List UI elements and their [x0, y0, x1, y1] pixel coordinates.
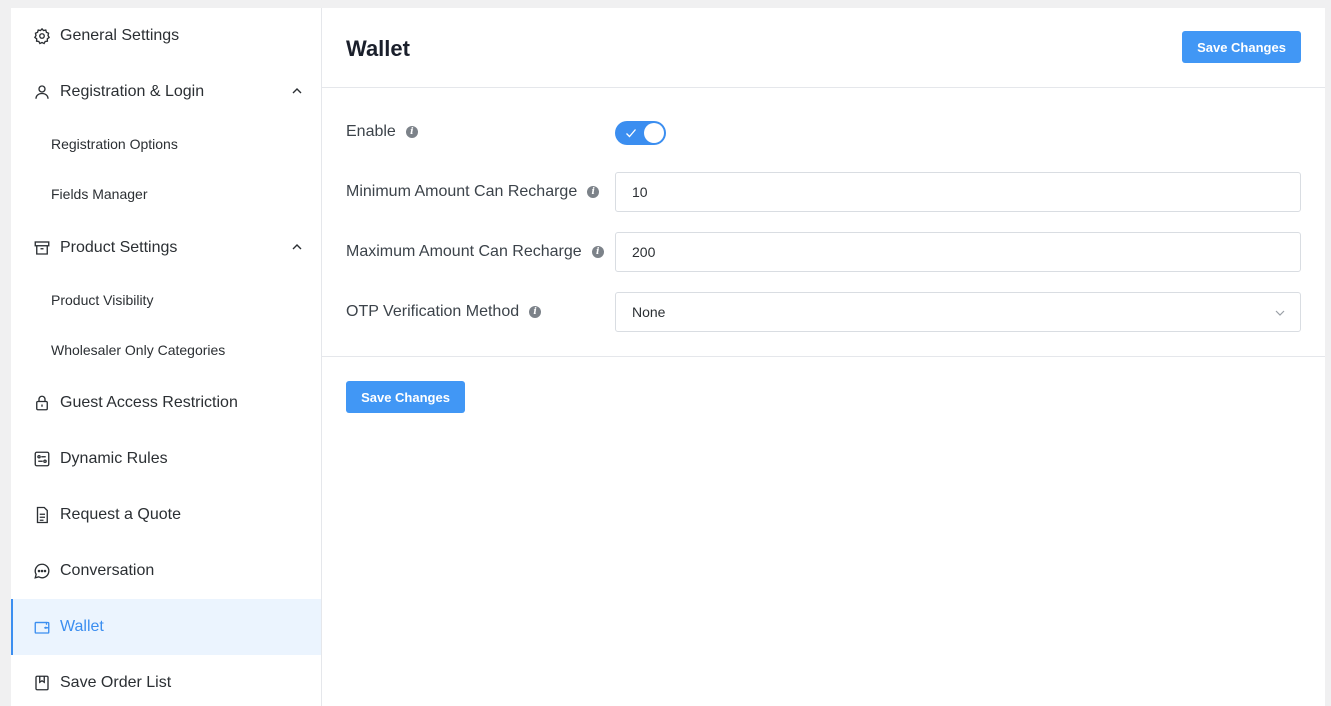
- min-amount-row: Minimum Amount Can Recharge i: [346, 172, 600, 212]
- rules-icon: [33, 450, 51, 468]
- sidebar-item-label: Registration Options: [51, 136, 178, 152]
- toggle-knob: [644, 123, 664, 143]
- sidebar-item-registration-options[interactable]: Registration Options: [11, 119, 321, 169]
- sidebar: General Settings Registration & Login Re…: [11, 8, 322, 706]
- sidebar-item-save-order-list[interactable]: Save Order List: [11, 655, 321, 706]
- check-icon: [626, 129, 636, 138]
- sidebar-item-label: General Settings: [60, 27, 180, 44]
- min-amount-value: 10: [632, 184, 648, 200]
- info-icon[interactable]: i: [587, 186, 600, 198]
- sidebar-item-product-settings[interactable]: Product Settings: [11, 220, 321, 276]
- max-amount-value: 200: [632, 244, 656, 260]
- sidebar-item-request-a-quote[interactable]: Request a Quote: [11, 487, 321, 543]
- sidebar-item-fields-manager[interactable]: Fields Manager: [11, 169, 321, 219]
- sidebar-item-label: Dynamic Rules: [60, 450, 168, 467]
- min-amount-label: Minimum Amount Can Recharge i: [346, 183, 600, 201]
- sidebar-item-wallet[interactable]: Wallet: [11, 599, 321, 655]
- main-panel: Wallet Save Changes Enable i Minimum Amo…: [322, 8, 1325, 706]
- sidebar-item-product-visibility[interactable]: Product Visibility: [11, 275, 321, 325]
- sidebar-item-label: Registration & Login: [60, 83, 205, 100]
- sidebar-item-label: Guest Access Restriction: [60, 394, 238, 411]
- sidebar-item-label: Fields Manager: [51, 186, 148, 202]
- otp-method-label-text: OTP Verification Method: [346, 303, 520, 320]
- bookmark-list-icon: [33, 674, 51, 692]
- enable-label: Enable i: [346, 123, 418, 141]
- document-icon: [33, 506, 51, 524]
- divider: [322, 356, 1325, 357]
- chevron-up-icon[interactable]: [291, 85, 303, 97]
- sidebar-item-general-settings[interactable]: General Settings: [11, 8, 321, 64]
- sidebar-item-dynamic-rules[interactable]: Dynamic Rules: [11, 431, 321, 487]
- archive-box-icon: [33, 239, 51, 257]
- enable-row: Enable i: [346, 112, 418, 152]
- min-amount-input[interactable]: 10: [615, 172, 1301, 212]
- sidebar-item-conversation[interactable]: Conversation: [11, 543, 321, 599]
- sidebar-item-label: Conversation: [60, 562, 155, 579]
- sidebar-item-registration-login[interactable]: Registration & Login: [11, 64, 321, 120]
- sidebar-item-label: Product Visibility: [51, 292, 154, 308]
- sidebar-item-wholesaler-only-categories[interactable]: Wholesaler Only Categories: [11, 325, 321, 375]
- sidebar-item-label: Wallet: [60, 618, 104, 635]
- user-icon: [33, 83, 51, 101]
- page-title: Wallet: [346, 36, 410, 61]
- info-icon[interactable]: i: [591, 246, 604, 258]
- min-amount-label-text: Minimum Amount Can Recharge: [346, 183, 578, 200]
- max-amount-label-text: Maximum Amount Can Recharge: [346, 243, 582, 260]
- info-icon[interactable]: i: [405, 126, 418, 138]
- app-window: General Settings Registration & Login Re…: [11, 8, 1325, 706]
- lock-icon: [33, 394, 51, 412]
- info-icon[interactable]: i: [529, 306, 542, 318]
- sidebar-item-guest-access-restriction[interactable]: Guest Access Restriction: [11, 375, 321, 431]
- wallet-icon: [33, 618, 51, 636]
- otp-method-row: OTP Verification Method i: [346, 292, 542, 332]
- enable-label-text: Enable: [346, 123, 396, 140]
- sidebar-item-label: Wholesaler Only Categories: [51, 342, 226, 358]
- otp-method-label: OTP Verification Method i: [346, 303, 542, 321]
- otp-method-value: None: [632, 304, 666, 320]
- page-header: Wallet Save Changes: [322, 8, 1325, 88]
- save-changes-button[interactable]: Save Changes: [1182, 31, 1301, 63]
- enable-toggle[interactable]: [615, 121, 666, 145]
- max-amount-label: Maximum Amount Can Recharge i: [346, 243, 604, 261]
- gear-icon: [33, 27, 51, 45]
- sidebar-item-label: Product Settings: [60, 239, 178, 256]
- otp-method-select[interactable]: None: [615, 292, 1301, 332]
- max-amount-row: Maximum Amount Can Recharge i: [346, 232, 604, 272]
- save-changes-button-bottom[interactable]: Save Changes: [346, 381, 465, 413]
- chat-bubble-icon: [33, 562, 51, 580]
- chevron-up-icon[interactable]: [291, 241, 303, 253]
- sidebar-item-label: Save Order List: [60, 674, 172, 691]
- sidebar-item-label: Request a Quote: [60, 506, 181, 523]
- chevron-down-icon: [1275, 310, 1285, 316]
- max-amount-input[interactable]: 200: [615, 232, 1301, 272]
